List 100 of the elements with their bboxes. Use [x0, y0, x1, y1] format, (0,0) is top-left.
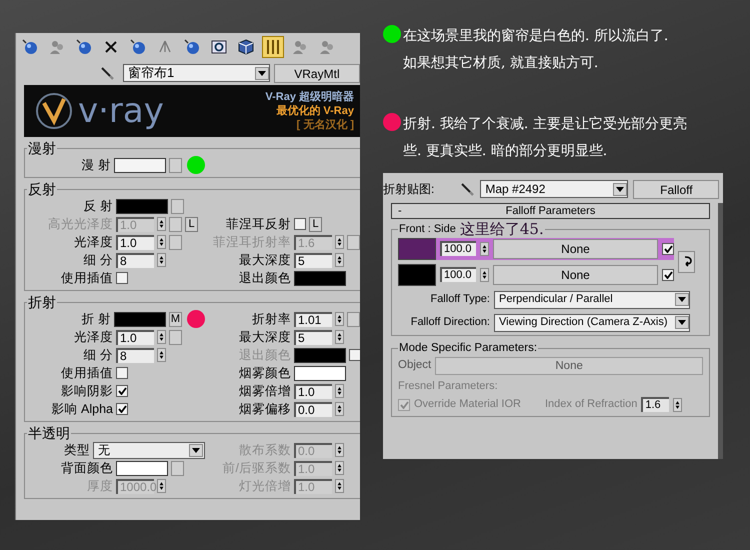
dropdown-caret-icon[interactable]: [254, 66, 269, 80]
field-label: 反 射: [82, 198, 113, 215]
map-name-dropdown[interactable]: Map #2492: [480, 180, 628, 198]
checkbox[interactable]: [662, 242, 674, 254]
checkbox[interactable]: [662, 268, 674, 280]
number-field[interactable]: 1.0: [116, 234, 154, 250]
color-swatch[interactable]: [114, 312, 166, 326]
sphere-icon: [129, 38, 147, 56]
section-label: Fresnel Parameters:: [398, 378, 499, 394]
checkbox[interactable]: [116, 403, 128, 415]
collapse-sign[interactable]: -: [398, 204, 402, 218]
vray-logo-icon: [34, 91, 74, 131]
number-field[interactable]: 8: [116, 348, 154, 362]
lock-button[interactable]: L: [309, 216, 322, 232]
field-label: 退出颜色: [238, 346, 291, 364]
field-label: 影响阴影: [60, 382, 113, 400]
people-icon: [291, 38, 309, 56]
number-field[interactable]: 1.01: [294, 312, 332, 326]
spinner-arrows-icon[interactable]: [335, 461, 344, 475]
spinner-arrows-icon[interactable]: [157, 217, 166, 231]
spinner-arrows-icon[interactable]: [480, 268, 489, 282]
eyedropper-icon[interactable]: [459, 181, 476, 197]
color-swatch[interactable]: [398, 264, 436, 286]
eyedropper-icon[interactable]: [99, 65, 115, 81]
swap-button[interactable]: [678, 250, 695, 272]
map-slot-button[interactable]: None: [493, 264, 658, 284]
field-label: 折射率: [251, 310, 291, 328]
number-field[interactable]: 1.0: [116, 330, 154, 344]
sphere-icon: [183, 38, 201, 56]
number-field[interactable]: 5: [294, 330, 332, 344]
bars-icon: [264, 38, 282, 56]
field-label: 散布系数: [238, 442, 291, 459]
field-label: 菲涅耳折射率: [212, 234, 291, 251]
color-swatch[interactable]: [294, 270, 346, 286]
color-swatch[interactable]: [116, 460, 168, 476]
spinner-arrows-icon[interactable]: [335, 402, 344, 416]
field-label: 前/后驱系数: [222, 460, 291, 477]
checkbox[interactable]: [116, 272, 128, 284]
field-label: 细 分: [82, 346, 113, 364]
falloff-dropdown[interactable]: Viewing Direction (Camera Z-Axis): [494, 314, 690, 332]
logo-text: v·ray: [78, 91, 164, 131]
field-label: 光泽度: [73, 328, 113, 346]
dropdown-caret-icon[interactable]: [675, 293, 689, 306]
sphere-icon: [75, 38, 93, 56]
falloff-dropdown[interactable]: Perpendicular / Parallel: [494, 290, 690, 308]
material-name-dropdown[interactable]: 窗帘布1: [123, 64, 270, 82]
field-label: Index of Refraction: [544, 397, 638, 412]
field-label: 漫 射: [80, 156, 111, 174]
spinner-arrows-icon[interactable]: [335, 235, 344, 249]
checkbox[interactable]: [116, 367, 128, 379]
checkbox[interactable]: [398, 398, 410, 410]
number-field[interactable]: 1.0: [294, 384, 332, 398]
spinner-arrows-icon[interactable]: [335, 312, 344, 326]
map-type-button[interactable]: Falloff: [633, 180, 720, 198]
group-title: 折射: [27, 295, 57, 310]
spinner-arrows-icon[interactable]: [157, 253, 166, 267]
field-label: Falloff Direction:: [410, 315, 490, 330]
map-slot-button[interactable]: None: [493, 238, 658, 258]
spinner-arrows-icon[interactable]: [673, 398, 682, 412]
number-field[interactable]: 1.6: [641, 397, 670, 412]
field-label: 最大深度: [238, 252, 291, 269]
field-label: 折 射: [80, 310, 111, 328]
field-label: 影响 Alpha: [50, 400, 113, 418]
spinner-arrows-icon[interactable]: [335, 330, 344, 344]
color-swatch[interactable]: [294, 366, 346, 380]
annotation-text: 在这场景里我的窗帘是白色的. 所以流白了. 如果想其它材质, 就直接贴方可.: [403, 27, 668, 73]
dropdown-caret-icon[interactable]: [675, 316, 689, 329]
spinner-arrows-icon[interactable]: [335, 384, 344, 398]
dropdown-caret-icon[interactable]: [613, 182, 628, 196]
spinner-arrows-icon[interactable]: [480, 242, 489, 256]
material-type-button[interactable]: VRayMtl: [274, 64, 360, 82]
number-field[interactable]: 100.0: [440, 241, 476, 256]
field-label: 高光光泽度: [47, 216, 113, 233]
spinner-arrows-icon[interactable]: [157, 330, 166, 344]
rollout-header[interactable]: - Falloff Parameters: [391, 203, 710, 219]
color-swatch[interactable]: [116, 198, 168, 214]
annotation-text: 折射. 我给了个衰减. 主要是让它受光部分更亮 些. 更真实些. 暗的部分更明显些.: [403, 115, 687, 161]
spinner-arrows-icon[interactable]: [335, 479, 344, 493]
color-swatch[interactable]: [114, 158, 166, 172]
number-field[interactable]: 8: [116, 252, 154, 268]
number-field[interactable]: 5: [294, 252, 332, 268]
color-swatch[interactable]: [398, 238, 436, 260]
field-label: 类型: [63, 442, 90, 459]
spinner-arrows-icon[interactable]: [335, 443, 344, 457]
number-field[interactable]: 0.0: [294, 402, 332, 416]
dropdown-caret-icon[interactable]: [189, 444, 203, 456]
spinner-arrows-icon[interactable]: [157, 348, 166, 362]
checkbox[interactable]: [294, 218, 306, 230]
map-button[interactable]: M: [169, 312, 182, 326]
group-title: 反射: [27, 182, 57, 197]
spinner-arrows-icon[interactable]: [157, 479, 166, 493]
spinner-arrows-icon[interactable]: [335, 253, 344, 267]
object-button[interactable]: None: [435, 356, 703, 375]
checkbox[interactable]: [116, 385, 128, 397]
type-dropdown[interactable]: 无: [93, 442, 205, 458]
spinner-arrows-icon[interactable]: [157, 235, 166, 249]
number-field[interactable]: 100.0: [440, 267, 476, 282]
field-label: 使用插值: [60, 270, 113, 287]
field-label: 灯光倍增: [238, 478, 291, 495]
field-label: 烟雾倍增: [238, 382, 291, 400]
